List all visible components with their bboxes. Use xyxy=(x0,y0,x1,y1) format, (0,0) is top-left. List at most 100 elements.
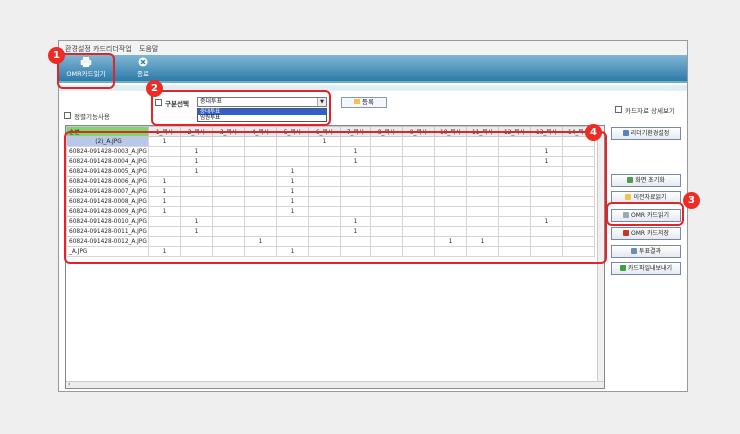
empty-cell xyxy=(213,297,245,307)
empty-cell xyxy=(309,277,341,287)
empty-cell xyxy=(277,267,309,277)
empty-cell xyxy=(245,307,277,317)
empty-cell xyxy=(435,297,467,307)
menu-item-help[interactable]: 도움말 xyxy=(139,44,158,54)
empty-cell xyxy=(371,297,403,307)
reader-settings-label: 리더기환경설정 xyxy=(630,130,670,137)
empty-cell xyxy=(149,267,181,277)
empty-cell xyxy=(531,287,563,297)
empty-cell xyxy=(403,297,435,307)
empty-cell xyxy=(531,297,563,307)
step-badge-1: 1 xyxy=(48,47,65,64)
empty-cell xyxy=(499,277,531,287)
empty-cell xyxy=(371,287,403,297)
step-badge-2: 2 xyxy=(146,80,163,97)
empty-row xyxy=(67,267,595,277)
vote-result-label: 투표결과 xyxy=(638,248,662,255)
empty-row xyxy=(67,277,595,287)
empty-cell xyxy=(499,307,531,317)
empty-cell xyxy=(341,297,371,307)
empty-cell xyxy=(277,287,309,297)
empty-cell xyxy=(213,277,245,287)
save-icon xyxy=(622,230,629,236)
empty-cell xyxy=(149,287,181,297)
empty-cell xyxy=(435,277,467,287)
empty-cell xyxy=(499,267,531,277)
empty-cell xyxy=(371,277,403,287)
close-icon xyxy=(138,57,148,67)
reader-settings-button[interactable]: 리더기환경설정 xyxy=(611,127,681,140)
regular-feature-label: 정렬기능사용 xyxy=(74,113,110,121)
exit-label: 종료 xyxy=(137,70,149,78)
empty-cell xyxy=(149,297,181,307)
empty-cell xyxy=(181,267,213,277)
empty-cell xyxy=(531,267,563,277)
empty-cell xyxy=(467,277,499,287)
empty-cell xyxy=(341,307,371,317)
empty-cell xyxy=(67,287,149,297)
omr-card-save-label: OMR 카드저장 xyxy=(630,230,670,237)
exit-button[interactable]: 종료 xyxy=(129,57,157,81)
highlight-box-grid xyxy=(64,131,607,264)
empty-cell xyxy=(341,267,371,277)
card-detail-label: 카드자료 상세보기 xyxy=(625,107,675,115)
empty-cell xyxy=(435,287,467,297)
empty-cell xyxy=(341,277,371,287)
empty-cell xyxy=(563,297,595,307)
empty-cell xyxy=(245,297,277,307)
settings-icon xyxy=(622,130,629,136)
step-badge-3: 3 xyxy=(683,192,700,209)
empty-cell xyxy=(467,297,499,307)
empty-cell xyxy=(67,307,149,317)
register-button[interactable]: 등록 xyxy=(341,97,387,108)
empty-cell xyxy=(181,307,213,317)
empty-cell xyxy=(371,307,403,317)
empty-cell xyxy=(435,267,467,277)
horizontal-scrollbar[interactable]: ‹ xyxy=(66,381,604,388)
empty-cell xyxy=(499,287,531,297)
screen-reset-label: 화면 초기화 xyxy=(635,177,665,184)
card-detail-checkbox[interactable] xyxy=(615,106,622,113)
empty-row xyxy=(67,287,595,297)
step-badge-4: 4 xyxy=(585,124,602,141)
highlight-box-category xyxy=(151,90,331,126)
toolbar: OMR카드읽기 종료 xyxy=(59,55,687,83)
empty-cell xyxy=(531,307,563,317)
export-button[interactable]: 카드파일내보내기 xyxy=(611,262,681,275)
empty-cell xyxy=(563,267,595,277)
prev-data-label: 이전자료읽기 xyxy=(633,194,667,201)
omr-card-save-button[interactable]: OMR 카드저장 xyxy=(611,227,681,240)
arrow-right-icon xyxy=(619,265,626,271)
empty-cell xyxy=(67,267,149,277)
refresh-icon xyxy=(627,177,634,183)
highlight-box-omr-card-read xyxy=(606,202,684,226)
empty-cell xyxy=(563,307,595,317)
empty-cell xyxy=(67,297,149,307)
scroll-left-icon[interactable]: ‹ xyxy=(68,381,70,388)
regular-feature-checkbox[interactable] xyxy=(64,112,71,119)
empty-cell xyxy=(403,267,435,277)
screen-reset-button[interactable]: 화면 초기화 xyxy=(611,174,681,187)
empty-cell xyxy=(213,307,245,317)
empty-cell xyxy=(149,307,181,317)
empty-cell xyxy=(181,287,213,297)
folder-open-icon xyxy=(625,194,632,200)
empty-cell xyxy=(277,297,309,307)
empty-cell xyxy=(563,277,595,287)
register-label: 등록 xyxy=(362,98,374,106)
empty-cell xyxy=(435,307,467,317)
empty-cell xyxy=(309,267,341,277)
empty-cell xyxy=(277,307,309,317)
empty-cell xyxy=(499,297,531,307)
empty-cell xyxy=(371,267,403,277)
empty-cell xyxy=(341,287,371,297)
empty-cell xyxy=(309,287,341,297)
empty-cell xyxy=(531,277,563,287)
empty-cell xyxy=(245,277,277,287)
empty-cell xyxy=(149,277,181,287)
screenshot-stage: 환경설정 카드리더작업 도움말 OMR카드읽기 종료 정렬기능사용 카드자료 상… xyxy=(0,0,740,434)
empty-cell xyxy=(213,267,245,277)
export-label: 카드파일내보내기 xyxy=(627,265,673,272)
vote-result-button[interactable]: 투표결과 xyxy=(611,245,681,258)
empty-cell xyxy=(563,287,595,297)
